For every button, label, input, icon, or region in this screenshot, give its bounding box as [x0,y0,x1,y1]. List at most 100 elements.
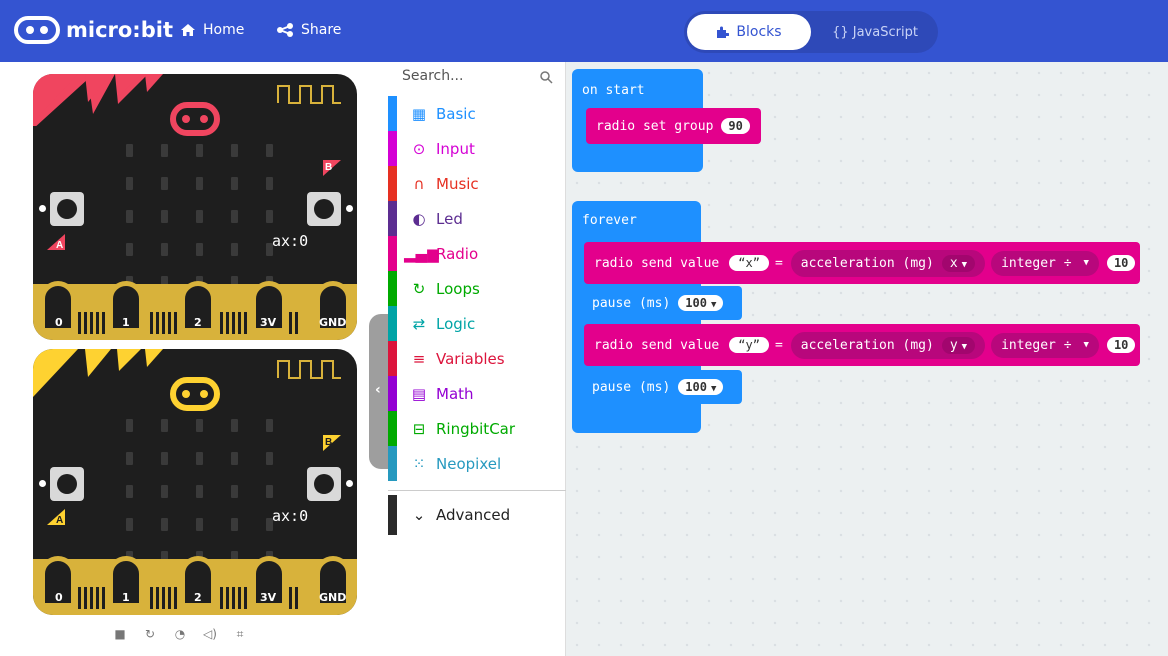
grid-icon: ▦ [411,104,427,123]
button-b[interactable] [307,192,341,226]
radio-send-value-block-1[interactable]: radio send value “x” = acceleration (mg)… [584,242,1140,284]
screenshot-icon[interactable]: ⌗ [232,627,248,642]
pin-label: 0 [55,591,63,604]
collapse-simulator-button[interactable]: ‹ [369,314,388,469]
category-variables[interactable]: ≡ Variables [388,341,566,376]
search-icon[interactable] [540,71,553,84]
microbit-board-1[interactable]: A B ax:0 0 1 2 3V GND [33,74,357,340]
axis-dropdown[interactable]: x ▼ [941,254,976,272]
toggle-icon: ◐ [412,209,426,228]
simulator-panel: A B ax:0 0 1 2 3V GND A B ax:0 0 1 2 3V … [0,62,388,656]
integer-divide-block[interactable]: integer ÷ ▼ [991,332,1099,358]
button-b-label: B [323,160,341,176]
name-field[interactable]: “x” [729,255,769,271]
category-ringbitcar[interactable]: ⊟ RingbitCar [388,411,566,446]
group-value[interactable]: 90 [721,118,750,134]
car-icon: ⊟ [412,419,426,438]
editor-toggle: Blocks {} JavaScript [684,11,938,53]
category-logic[interactable]: ⇄ Logic [388,306,566,341]
search-input[interactable] [402,68,522,84]
radio-send-value-block-2[interactable]: radio send value “y” = acceleration (mg)… [584,324,1140,366]
acceleration-reporter[interactable]: acceleration (mg) x ▼ [790,249,986,277]
microbit-logo[interactable]: micro:bit [14,16,173,44]
shuffle-icon: ⇄ [412,314,426,333]
blocks-tab-label: Blocks [736,24,782,40]
logo-touch-icon[interactable] [170,102,220,136]
accel-readout: ax:0 [272,507,309,525]
button-b[interactable] [307,467,341,501]
headphones-icon: ∩ [413,174,425,193]
category-music[interactable]: ∩ Music [388,166,566,201]
javascript-tab-label: {} JavaScript [832,24,918,40]
calculator-icon: ▤ [411,384,427,403]
restart-icon[interactable]: ↻ [142,627,158,642]
button-a-label: A [47,234,65,250]
pin-label: 2 [194,591,202,604]
pin-label: GND [319,591,347,604]
signal-icon: ▂▄▆ [404,244,439,263]
home-icon [181,24,195,36]
blocks-workspace[interactable]: on start radio set group 90 forever radi… [566,62,1168,656]
category-input[interactable]: ⊙ Input [388,131,566,166]
led-matrix [126,144,273,289]
category-led[interactable]: ◐ Led [388,201,566,236]
on-start-label: on start [582,83,645,98]
home-button[interactable]: Home [180,22,244,38]
target-icon: ⊙ [412,139,426,158]
category-loops[interactable]: ↻ Loops [388,271,566,306]
pause-value[interactable]: 100 ▼ [678,295,724,311]
accel-readout: ax:0 [272,232,309,250]
pin-label: 1 [122,316,130,329]
pin-label: 3V [260,591,277,604]
logo-text: micro:bit [66,18,173,42]
blocks-tab[interactable]: Blocks [687,14,811,50]
svg-text:B: B [325,162,332,173]
slowmo-icon[interactable]: ◔ [172,627,188,642]
divisor-value[interactable]: 10 [1106,337,1136,353]
mute-icon[interactable]: ◁) [202,627,218,642]
button-a[interactable] [50,467,84,501]
pause-value[interactable]: 100 ▼ [678,379,724,395]
svg-text:B: B [325,437,332,448]
forever-label: forever [582,213,637,228]
pause-block-2[interactable]: pause (ms) 100 ▼ [584,370,742,404]
board-corner-yellow [33,349,163,397]
stop-icon[interactable]: ■ [112,627,128,642]
svg-text:A: A [56,240,63,250]
category-math[interactable]: ▤ Math [388,376,566,411]
category-basic[interactable]: ▦ Basic [388,96,566,131]
acceleration-reporter[interactable]: acceleration (mg) y ▼ [790,331,986,359]
category-neopixel[interactable]: ⁙ Neopixel [388,446,566,481]
waveform-icon [277,85,341,104]
javascript-tab[interactable]: {} JavaScript [816,14,934,50]
category-advanced[interactable]: ⌄ Advanced [388,495,566,535]
chevron-left-icon: ‹ [375,382,381,398]
divisor-value[interactable]: 10 [1106,255,1136,271]
loop-icon: ↻ [412,279,426,298]
button-a[interactable] [50,192,84,226]
home-label: Home [203,22,245,38]
dots-icon: ⁙ [412,454,426,473]
radio-set-group-block[interactable]: radio set group 90 [586,108,761,144]
waveform-icon [277,360,341,379]
pause-block-1[interactable]: pause (ms) 100 ▼ [584,286,742,320]
category-radio[interactable]: ▂▄▆ Radio [388,236,566,271]
led-matrix [126,419,273,564]
chevron-down-icon: ⌄ [412,506,426,524]
simulator-toolbar: ■ ↻ ◔ ◁) ⌗ [112,627,248,642]
share-label: Share [301,22,342,38]
toolbox: ▦Basic ⊙Input ∩Music ◐Led ▂▄▆Radio ↻Loop… [388,62,566,656]
puzzle-icon [717,26,730,38]
svg-text:A: A [56,515,63,525]
microbit-board-2[interactable]: A B ax:0 0 1 2 3V GND [33,349,357,615]
pin-label: 3V [260,316,277,329]
integer-divide-block[interactable]: integer ÷ ▼ [991,250,1099,276]
pin-label: GND [319,316,347,329]
logo-touch-icon[interactable] [170,377,220,411]
axis-dropdown[interactable]: y ▼ [941,336,976,354]
board-corner-red [33,74,163,126]
share-button[interactable]: Share [276,22,341,38]
pin-label: 2 [194,316,202,329]
pin-label: 0 [55,316,63,329]
name-field[interactable]: “y” [729,337,769,353]
